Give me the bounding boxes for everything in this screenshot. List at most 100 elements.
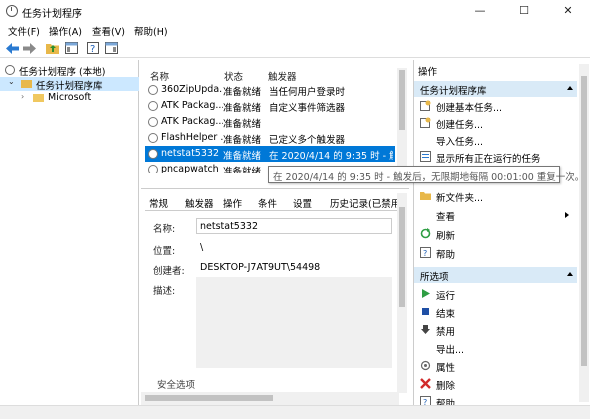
column-status[interactable]: 状态 xyxy=(224,69,243,83)
task-row[interactable]: 360ZipUpda... 准备就绪 当任何用户登录时 xyxy=(145,82,395,98)
action-label: 新文件夹... xyxy=(436,193,484,204)
clock-icon xyxy=(148,117,158,127)
title-bar: 任务计划程序 — ☐ ✕ xyxy=(0,0,590,22)
action-properties[interactable]: 属性 xyxy=(414,358,577,375)
actions-section-selected[interactable]: 所选项 xyxy=(414,267,577,283)
task-row[interactable]: ATK Packag... 准备就绪 xyxy=(145,114,395,130)
task-status: 准备就绪 xyxy=(223,103,262,114)
section-title: 任务计划程序库 xyxy=(420,86,487,97)
tree-item-root[interactable]: 任务计划程序 (本地) xyxy=(0,63,139,78)
action-show-running-tasks[interactable]: 显示所有正在运行的任务 xyxy=(414,149,577,166)
show-hide-tree-icon[interactable] xyxy=(64,41,78,55)
task-row-selected[interactable]: netstat5332 准备就绪 在 2020/4/14 的 9:35 时 - … xyxy=(145,146,395,162)
tab-conditions[interactable]: 条件 xyxy=(258,196,277,210)
details-horizontal-scrollbar[interactable] xyxy=(141,392,399,405)
clock-icon xyxy=(5,65,15,75)
disable-icon xyxy=(420,324,431,335)
task-trigger: 在 2020/4/14 的 9:35 时 - 触发 xyxy=(269,151,393,162)
action-import-task[interactable]: 导入任务... xyxy=(414,132,577,149)
description-label: 描述: xyxy=(153,286,176,297)
task-row[interactable]: FlashHelper ... 准备就绪 已定义多个触发器 xyxy=(145,130,395,146)
task-list-scrollbar[interactable] xyxy=(397,68,407,173)
clock-icon xyxy=(148,133,158,143)
menu-help[interactable]: 帮助(H) xyxy=(134,24,168,38)
action-label: 导出... xyxy=(436,345,465,356)
collapse-icon[interactable] xyxy=(567,86,573,90)
tab-history[interactable]: 历史记录(已禁用) xyxy=(330,196,404,210)
up-folder-icon[interactable] xyxy=(45,41,59,55)
task-row[interactable]: ATK Packag... 准备就绪 自定义事件筛选器 xyxy=(145,98,395,114)
clock-icon xyxy=(148,85,158,95)
collapse-icon[interactable] xyxy=(567,272,573,276)
end-icon xyxy=(420,306,431,317)
folder-icon xyxy=(33,94,44,102)
help-icon: ? xyxy=(420,396,431,405)
forward-arrow-icon[interactable] xyxy=(22,41,36,55)
close-button[interactable]: ✕ xyxy=(546,0,590,22)
name-field[interactable]: netstat5332 xyxy=(196,218,392,234)
scrollbar-thumb[interactable] xyxy=(145,395,273,401)
action-new-folder[interactable]: 新文件夹... xyxy=(414,188,577,205)
show-hide-action-pane-icon[interactable] xyxy=(104,41,118,55)
location-label: 位置: xyxy=(153,246,176,257)
tab-settings[interactable]: 设置 xyxy=(293,196,312,210)
action-help[interactable]: ? 帮助 xyxy=(414,245,577,262)
task-name: pncapwatch xyxy=(161,164,219,173)
action-label: 查看 xyxy=(436,212,456,223)
action-refresh[interactable]: 刷新 xyxy=(414,226,577,243)
trigger-tooltip: 在 2020/4/14 的 9:35 时 - 触发后，无限期地每隔 00:01:… xyxy=(268,166,584,183)
action-export[interactable]: 导出... xyxy=(414,340,577,357)
clock-icon xyxy=(6,5,18,17)
tab-actions[interactable]: 操作 xyxy=(223,196,242,210)
action-create-task[interactable]: 创建任务... xyxy=(414,115,577,132)
back-arrow-icon[interactable] xyxy=(5,41,19,55)
action-help-selected[interactable]: ? 帮助 xyxy=(414,394,577,405)
svg-text:?: ? xyxy=(423,249,427,258)
action-label: 结束 xyxy=(436,309,456,320)
action-run[interactable]: 运行 xyxy=(414,286,577,303)
task-trigger: 已定义多个触发器 xyxy=(269,135,346,146)
scrollbar-thumb[interactable] xyxy=(581,76,587,366)
column-name[interactable]: 名称 xyxy=(150,69,169,83)
help-icon: ? xyxy=(420,247,431,258)
action-view[interactable]: 查看 xyxy=(414,207,577,224)
clock-icon xyxy=(148,165,158,173)
task-name: 360ZipUpda... xyxy=(161,84,223,95)
menu-file[interactable]: 文件(F) xyxy=(8,24,40,38)
action-disable[interactable]: 禁用 xyxy=(414,322,577,339)
author-value: DESKTOP-J7AT9UT\54498 xyxy=(196,259,392,275)
actions-scrollbar[interactable] xyxy=(579,64,589,402)
tree-item-microsoft[interactable]: › Microsoft xyxy=(0,91,139,105)
author-label: 创建者: xyxy=(153,266,185,277)
action-label: 禁用 xyxy=(436,327,456,338)
chevron-right-icon[interactable]: › xyxy=(21,92,24,101)
task-name: ATK Packag... xyxy=(161,116,223,127)
name-label: 名称: xyxy=(153,224,176,235)
properties-icon xyxy=(420,360,431,371)
menu-view[interactable]: 查看(V) xyxy=(92,24,125,38)
details-scrollbar[interactable] xyxy=(397,193,407,393)
action-end[interactable]: 结束 xyxy=(414,304,577,321)
create-task-icon xyxy=(420,117,431,128)
task-name: FlashHelper ... xyxy=(161,132,223,143)
maximize-button[interactable]: ☐ xyxy=(502,0,546,22)
minimize-button[interactable]: — xyxy=(458,0,502,22)
action-create-basic-task[interactable]: 创建基本任务... xyxy=(414,98,577,115)
tab-triggers[interactable]: 触发器 xyxy=(185,196,214,210)
action-label: 显示所有正在运行的任务 xyxy=(436,154,541,165)
action-label: 帮助 xyxy=(436,399,456,405)
action-label: 属性 xyxy=(436,363,456,374)
description-field[interactable] xyxy=(196,277,392,368)
actions-section-library[interactable]: 任务计划程序库 xyxy=(414,81,577,97)
chevron-down-icon[interactable]: ⌄ xyxy=(8,77,15,86)
tree-item-library[interactable]: ⌄ 任务计划程序库 xyxy=(0,77,139,92)
help-icon[interactable]: ? xyxy=(86,41,100,55)
tab-general[interactable]: 常规 xyxy=(149,196,168,210)
action-delete[interactable]: 删除 xyxy=(414,376,577,393)
menu-action[interactable]: 操作(A) xyxy=(49,24,82,38)
scrollbar-thumb[interactable] xyxy=(399,70,405,130)
delete-icon xyxy=(420,378,431,389)
action-label: 导入任务... xyxy=(436,137,484,148)
scrollbar-thumb[interactable] xyxy=(399,207,405,307)
column-trigger[interactable]: 触发器 xyxy=(268,69,297,83)
